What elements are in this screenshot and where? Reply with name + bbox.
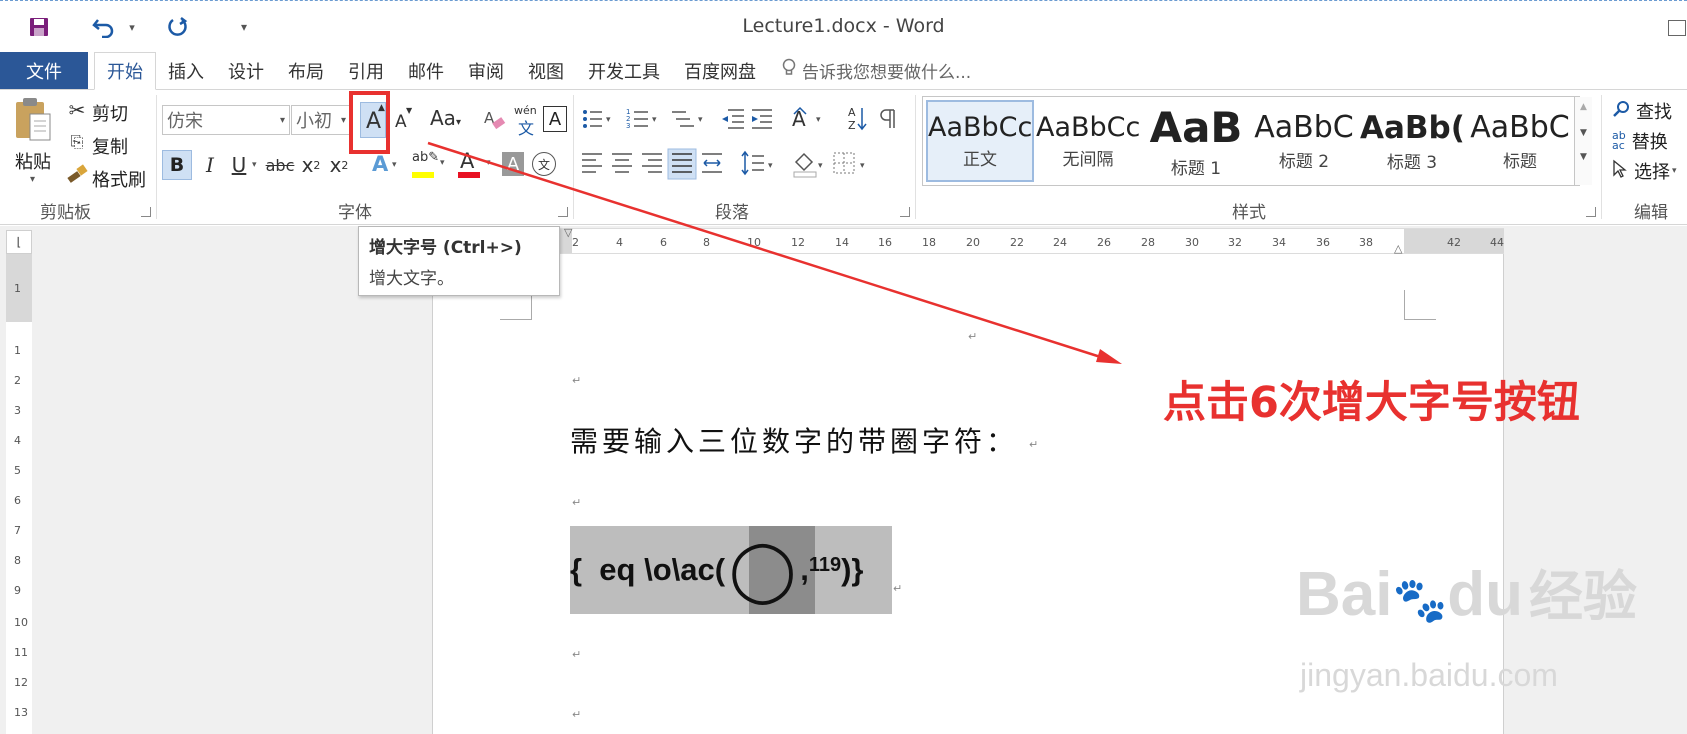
annotation-arrow <box>427 141 1122 364</box>
annotation-text: 点击6次增大字号按钮 <box>1163 378 1580 428</box>
tooltip-title: 增大字号 (Ctrl+>) <box>369 238 522 258</box>
tooltip-desc: 增大文字。 <box>369 269 454 289</box>
tooltip: 增大字号 (Ctrl+>) 增大文字。 <box>358 226 560 296</box>
